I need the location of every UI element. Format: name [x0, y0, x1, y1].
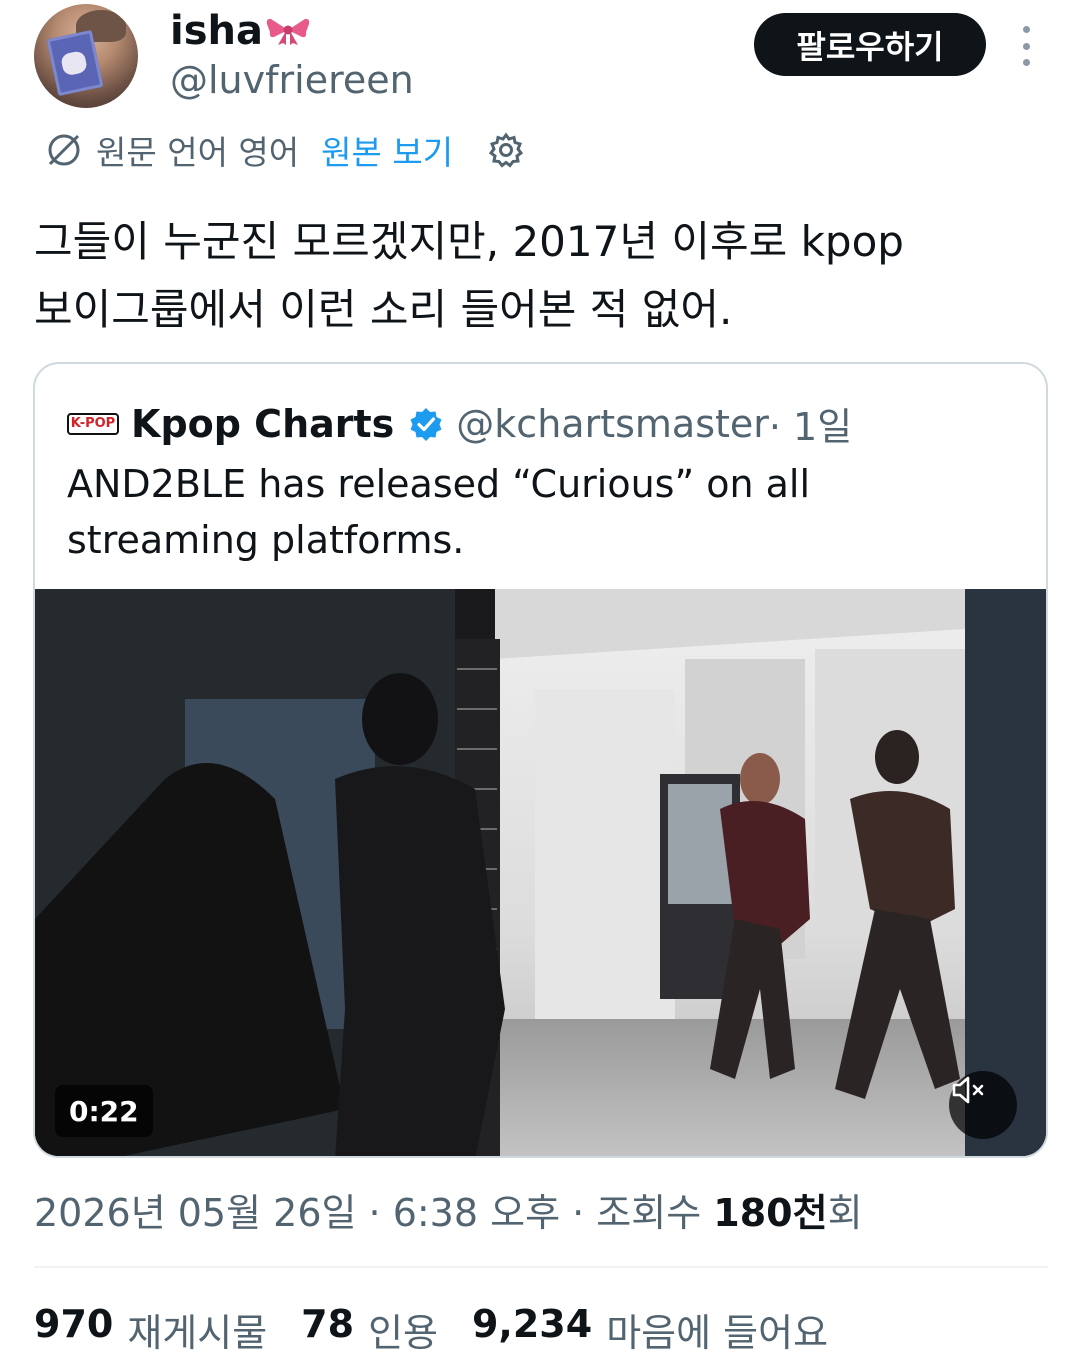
quoted-tweet-header: K-POP Kpop Charts @kchartsmaster · 1일	[67, 396, 852, 451]
ribbon-bow-icon	[266, 18, 310, 45]
video-duration: 0:22	[55, 1085, 153, 1137]
quotes-stat[interactable]: 78 인용	[301, 1302, 438, 1357]
quotes-count: 78	[301, 1302, 355, 1346]
avatar[interactable]	[34, 4, 138, 108]
quoted-tweet-card[interactable]: K-POP Kpop Charts @kchartsmaster · 1일 AN…	[33, 362, 1048, 1158]
quotes-label: 인용	[368, 1311, 438, 1355]
quoted-tweet-text: AND2BLE has released “Curious” on all st…	[67, 462, 811, 562]
view-original-link[interactable]: 원본 보기	[321, 126, 453, 174]
likes-label: 마음에 들어요	[606, 1311, 829, 1355]
display-name[interactable]: isha	[170, 8, 311, 54]
views-count[interactable]: 180천	[713, 1191, 827, 1235]
gear-icon[interactable]	[487, 131, 525, 169]
video-player[interactable]: 0:22	[35, 589, 1046, 1156]
tweet-detail: isha @luvfriereen 팔로우하기 원문 언어 영어 원본 보기 그…	[0, 0, 1080, 1372]
tweet-text-line: 보이그룹에서 이런 소리 들어본 적 없어.	[34, 285, 733, 334]
reposts-count: 970	[34, 1302, 114, 1346]
tweet-text-line: 그들이 누군진 모르겠지만, 2017년 이후로 kpop	[34, 217, 904, 266]
speaker-muted-icon	[952, 1076, 984, 1104]
quoted-author-name[interactable]: Kpop Charts	[131, 402, 394, 446]
tweet-meta: 2026년 05월 26일 · 6:38 오후 · 조회수 180천회	[34, 1182, 863, 1237]
engagement-stats: 970 재게시물 78 인용 9,234 마음에 들어요	[34, 1302, 862, 1357]
follow-button[interactable]: 팔로우하기	[754, 13, 986, 76]
kpop-logo-text: K-POP	[70, 416, 116, 431]
divider	[34, 1266, 1048, 1268]
kpop-charts-logo: K-POP	[67, 412, 119, 435]
translation-row: 원문 언어 영어 원본 보기	[44, 126, 525, 174]
reposts-label: 재게시물	[127, 1311, 268, 1355]
meta-separator: ·	[356, 1191, 393, 1235]
more-options-icon[interactable]	[1014, 26, 1038, 66]
user-handle[interactable]: @luvfriereen	[170, 58, 414, 102]
video-frame	[35, 589, 1046, 1156]
views-suffix: 회	[827, 1191, 863, 1235]
display-name-text: isha	[170, 8, 263, 54]
tweet-text: 그들이 누군진 모르겠지만, 2017년 이후로 kpop 보이그룹에서 이런 …	[34, 208, 1044, 344]
quoted-tweet-time: · 1일	[768, 405, 853, 449]
meta-separator: ·	[560, 1191, 597, 1235]
likes-stat[interactable]: 9,234 마음에 들어요	[472, 1302, 828, 1357]
likes-count: 9,234	[471, 1302, 593, 1346]
reposts-stat[interactable]: 970 재게시물	[34, 1302, 267, 1357]
views-prefix: 조회수	[596, 1191, 714, 1235]
verified-badge-icon	[410, 407, 442, 441]
tweet-time: 6:38 오후	[392, 1191, 561, 1235]
translation-label: 원문 언어 영어	[96, 133, 300, 172]
translate-globe-icon	[48, 134, 80, 166]
tweet-date: 2026년 05월 26일	[34, 1191, 357, 1235]
quoted-author-handle[interactable]: @kchartsmaster	[456, 402, 769, 446]
mute-toggle-button[interactable]	[949, 1071, 1017, 1139]
